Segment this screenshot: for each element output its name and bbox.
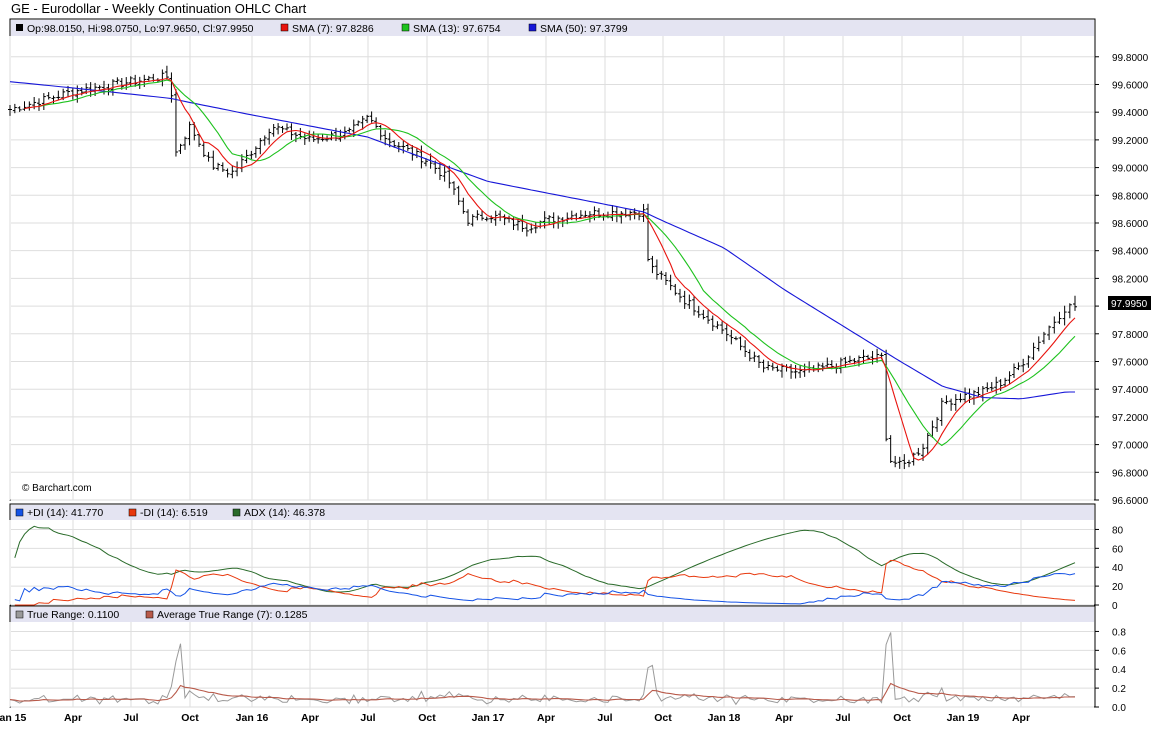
sma7-legend-text: SMA (7): 97.8286 <box>292 23 374 35</box>
x-tick-label: Apr <box>537 712 555 724</box>
sma7-legend-swatch <box>280 23 289 32</box>
tr-legend-text: True Range: 0.1100 <box>27 609 119 621</box>
tr-legend-swatch <box>15 610 24 619</box>
tr-panel: 0.8 0.6 0.4 0.2 0.0 True Range: 0.1100 Avera… <box>9 605 1126 714</box>
di-tick-label: 20 <box>1112 582 1124 593</box>
x-tick-label: Jan 16 <box>236 712 269 724</box>
x-tick-label: Oct <box>418 712 436 724</box>
di-legend: +DI (14): 41.770 -DI (14): 6.519 ADX (14… <box>15 507 325 519</box>
tr-tick-label: 0.2 <box>1112 684 1126 695</box>
price-tick-label: 99.6000 <box>1112 80 1149 91</box>
atr-legend-text: Average True Range (7): 0.1285 <box>157 609 308 621</box>
price-panel: 99.8000 99.6000 99.4000 99.2000 99.0000 98.80… <box>8 18 1151 507</box>
x-tick-label: Jan 17 <box>472 712 505 724</box>
x-axis: Jan 15 Apr Jul Oct Jan 16 Apr Jul Oct Jan 17 Apr J… <box>0 712 1030 724</box>
price-tick-label: 97.8000 <box>1112 330 1149 341</box>
price-tick-label: 96.8000 <box>1112 468 1149 479</box>
price-tick-label: 97.2000 <box>1112 413 1149 424</box>
di-tick-label: 60 <box>1112 544 1124 555</box>
price-tick-label: 98.6000 <box>1112 219 1149 230</box>
price-tick-label: 98.8000 <box>1112 191 1149 202</box>
atr-legend-swatch <box>145 610 154 619</box>
price-tick-label: 99.4000 <box>1112 108 1149 119</box>
price-tick-label: 97.0000 <box>1112 441 1149 452</box>
price-tick-label: 99.8000 <box>1112 53 1149 64</box>
x-tick-label: Oct <box>181 712 199 724</box>
last-price-marker: 97.9950 <box>1108 296 1151 310</box>
x-tick-label: Jul <box>835 712 850 724</box>
x-tick-label: Apr <box>301 712 319 724</box>
ohlc-legend-swatch <box>16 24 23 31</box>
tr-legend: True Range: 0.1100 Average True Range (7… <box>15 609 308 621</box>
x-tick-label: Jan 18 <box>708 712 741 724</box>
last-price-label: 97.9950 <box>1111 299 1148 310</box>
di-panel: 80 60 40 20 0 +DI (14): 41.770 -DI (14): 6.5… <box>9 503 1124 612</box>
sma13-legend-swatch <box>401 23 410 32</box>
ohlc-legend-text: Op:98.0150, Hi:98.0750, Lo:97.9650, Cl:9… <box>27 23 254 35</box>
x-tick-label: Oct <box>654 712 672 724</box>
tr-tick-label: 0.0 <box>1112 703 1126 714</box>
plus-di-legend-text: +DI (14): 41.770 <box>27 507 103 519</box>
x-tick-label: Jan 19 <box>947 712 980 724</box>
x-tick-label: Apr <box>64 712 82 724</box>
price-tick-label: 98.2000 <box>1112 274 1149 285</box>
tr-tick-label: 0.4 <box>1112 665 1126 676</box>
di-tick-label: 40 <box>1112 563 1124 574</box>
tr-y-ticks: 0.8 0.6 0.4 0.2 0.0 <box>1095 627 1126 714</box>
x-tick-label: Oct <box>893 712 911 724</box>
x-tick-label: Jul <box>360 712 375 724</box>
adx-legend-text: ADX (14): 46.378 <box>244 507 325 519</box>
sma50-legend-text: SMA (50): 97.3799 <box>540 23 628 35</box>
tr-tick-label: 0.8 <box>1112 627 1126 638</box>
price-tick-label: 97.6000 <box>1112 357 1149 368</box>
x-tick-label: Apr <box>1012 712 1030 724</box>
adx-legend-swatch <box>232 508 241 517</box>
price-tick-label: 99.0000 <box>1112 164 1149 175</box>
sma13-legend-text: SMA (13): 97.6754 <box>413 23 501 35</box>
minus-di-legend-text: -DI (14): 6.519 <box>140 507 208 519</box>
plus-di-legend-swatch <box>15 508 24 517</box>
di-tick-label: 80 <box>1112 525 1124 536</box>
di-y-ticks: 80 60 40 20 0 <box>1095 525 1124 612</box>
sma50-legend-swatch <box>528 23 537 32</box>
minus-di-legend-swatch <box>128 508 137 517</box>
x-tick-label: Jul <box>597 712 612 724</box>
x-tick-label: Apr <box>775 712 793 724</box>
chart-canvas: 99.8000 99.6000 99.4000 99.2000 99.0000 98.80… <box>0 18 1151 724</box>
price-tick-label: 97.4000 <box>1112 385 1149 396</box>
di-tick-label: 0 <box>1112 601 1118 612</box>
price-y-ticks: 99.8000 99.6000 99.4000 99.2000 99.0000 98.80… <box>1095 53 1149 507</box>
tr-tick-label: 0.6 <box>1112 646 1126 657</box>
x-tick-label: Jan 15 <box>0 712 26 724</box>
price-tick-label: 99.2000 <box>1112 136 1149 147</box>
barchart-credit: © Barchart.com <box>22 483 92 494</box>
price-tick-label: 96.6000 <box>1112 496 1149 507</box>
price-tick-label: 98.4000 <box>1112 247 1149 258</box>
x-tick-label: Jul <box>123 712 138 724</box>
